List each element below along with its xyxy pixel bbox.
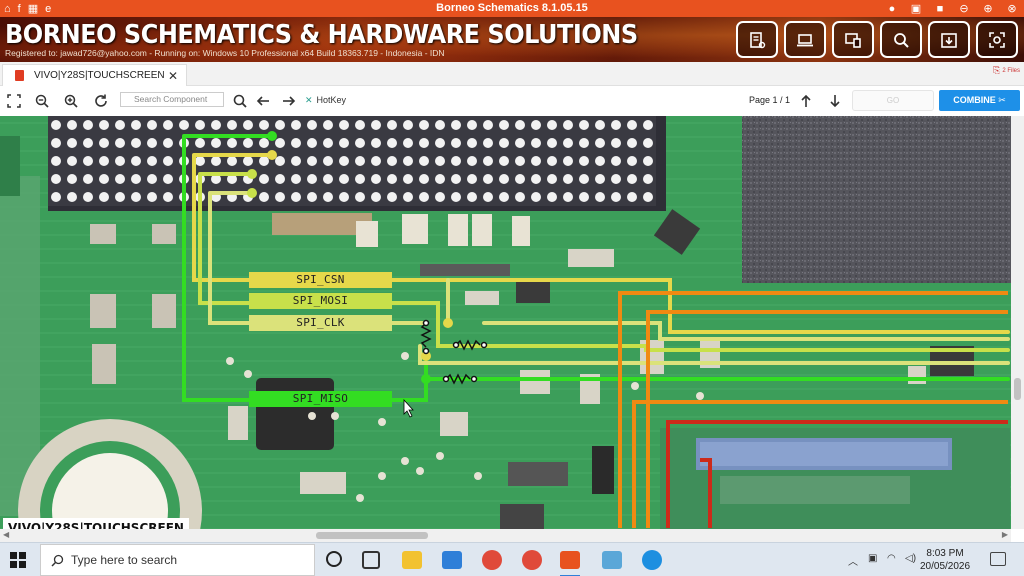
fit-screen-button[interactable] <box>5 92 23 110</box>
close-button[interactable]: ⊗ <box>1006 2 1018 15</box>
search-icon <box>233 94 247 108</box>
viewer-toolbar: Search Component ✕ HotKey Page 1 / 1 GO C… <box>0 86 1024 115</box>
net-label-spi-csn[interactable]: SPI_CSN <box>249 272 392 288</box>
banner-toolbar <box>736 21 1018 58</box>
zoom-button[interactable] <box>880 21 922 58</box>
scroll-right-icon[interactable]: ▶ <box>1002 530 1008 539</box>
search-button[interactable] <box>231 92 249 110</box>
page-up-button[interactable] <box>797 92 815 110</box>
taskbar-search-input[interactable]: Type here to search <box>40 544 315 576</box>
arrow-right-icon <box>283 96 296 106</box>
maximize-button[interactable]: ⊕ <box>982 2 994 15</box>
scroll-left-icon[interactable]: ◀ <box>3 530 9 539</box>
vertical-scroll-thumb[interactable] <box>1014 378 1021 400</box>
combine-label: COMBINE <box>953 95 996 105</box>
document-tabs: VIVO|Y28S|TOUCHSCREEN ✕ ⎘ 2 Files <box>0 62 1024 86</box>
system-clock[interactable]: 8:03 PM 20/05/2026 <box>920 547 970 573</box>
store-icon[interactable] <box>442 551 462 569</box>
arrow-up-icon <box>801 94 811 107</box>
hotkey-label: HotKey <box>316 95 347 105</box>
hotkey-toggle[interactable]: ✕ HotKey <box>305 95 346 106</box>
clock-time: 8:03 PM <box>926 548 964 559</box>
window-controls: ● ▣ ■ ⊖ ⊕ ⊗ <box>886 0 1018 17</box>
horizontal-scroll-thumb[interactable] <box>316 532 428 539</box>
minimize-button[interactable]: ⊖ <box>958 2 970 15</box>
net-label-spi-clk[interactable]: SPI_CLK <box>249 315 392 331</box>
ic-chip-right <box>742 116 1011 283</box>
download-button[interactable] <box>928 21 970 58</box>
go-input[interactable]: GO <box>852 90 934 111</box>
volume-icon[interactable]: ◁) <box>905 553 916 564</box>
combine-button[interactable]: COMBINE ✂ <box>939 90 1020 111</box>
zoom-in-icon <box>64 94 78 108</box>
devices-button[interactable] <box>832 21 874 58</box>
component-search-input[interactable]: Search Component <box>120 92 224 107</box>
title-bar: ⌂ f ▦ e Borneo Schematics 8.1.05.15 ● ▣ … <box>0 0 1024 17</box>
board-edge-dark <box>0 136 20 196</box>
clock-date: 20/05/2026 <box>920 561 971 572</box>
page-down-button[interactable] <box>826 92 844 110</box>
task-view-icon[interactable] <box>362 551 380 569</box>
lock-icon[interactable]: ▣ <box>910 2 922 15</box>
chrome-icon[interactable] <box>482 550 502 570</box>
video-icon[interactable]: ■ <box>934 3 946 15</box>
combine-icon: ✂ <box>998 95 1006 105</box>
video-call-icon[interactable] <box>642 550 662 570</box>
banner: BORNEO SCHEMATICS & HARDWARE SOLUTIONS R… <box>0 17 1024 62</box>
zoom-out-icon <box>35 94 49 108</box>
download-icon <box>941 32 957 48</box>
page-indicator: Page 1 / 1 <box>749 95 791 105</box>
magnifier-icon <box>894 32 909 48</box>
horizontal-scrollbar[interactable]: ◀ ▶ <box>0 529 1011 542</box>
tab-close-icon[interactable]: ✕ <box>168 69 178 83</box>
zoom-in-button[interactable] <box>62 92 80 110</box>
tray-chevron-icon[interactable]: ︿ <box>848 553 858 568</box>
chrome-profile-icon[interactable] <box>522 550 542 570</box>
cortana-icon[interactable] <box>326 551 342 567</box>
connector-blur <box>660 428 1010 529</box>
pdf-icon <box>15 70 24 81</box>
tab-document[interactable]: VIVO|Y28S|TOUCHSCREEN ✕ <box>2 64 187 86</box>
document-icon <box>750 31 766 48</box>
board-canvas <box>0 116 1011 529</box>
taskbar: Type here to search ︿ ▣ ◠ ◁) 8:03 PM 20/… <box>0 542 1024 576</box>
tray-network-status-icon[interactable]: ▣ <box>868 553 877 564</box>
user-icon[interactable]: ● <box>886 3 898 15</box>
wifi-icon[interactable]: ◠ <box>887 553 896 564</box>
laptop-icon <box>797 33 813 46</box>
board-view[interactable]: SPI_CSN SPI_MOSI SPI_CLK SPI_MISO <box>0 116 1011 529</box>
files-badge[interactable]: ⎘ 2 Files <box>993 65 1020 76</box>
notepad-icon[interactable] <box>602 551 622 569</box>
forward-button[interactable] <box>280 92 298 110</box>
registration-info: Registered to: jawad726@yahoo.com - Runn… <box>5 48 445 58</box>
borneo-app-icon[interactable] <box>560 551 580 569</box>
brand-title: BORNEO SCHEMATICS & HARDWARE SOLUTIONS <box>5 19 638 50</box>
notification-center-icon[interactable] <box>990 552 1006 566</box>
files-icon: ⎘ <box>993 65 1001 75</box>
fit-screen-icon <box>7 94 21 108</box>
refresh-icon <box>95 94 107 107</box>
window-title: Borneo Schematics 8.1.05.15 <box>436 2 588 14</box>
laptop-button[interactable] <box>784 21 826 58</box>
files-badge-label: 2 Files <box>1002 67 1020 74</box>
devices-icon <box>845 32 861 48</box>
refresh-button[interactable] <box>92 92 110 110</box>
windows-start-icon[interactable] <box>10 552 26 568</box>
file-explorer-icon[interactable] <box>402 551 422 569</box>
arrow-left-icon <box>256 96 269 106</box>
capture-button[interactable] <box>976 21 1018 58</box>
bga-chip <box>48 116 656 206</box>
taskbar-search-icon <box>51 554 64 567</box>
document-button[interactable] <box>736 21 778 58</box>
back-button[interactable] <box>254 92 272 110</box>
zoom-out-button[interactable] <box>33 92 51 110</box>
net-label-spi-mosi[interactable]: SPI_MOSI <box>249 293 392 309</box>
capture-icon <box>989 31 1005 48</box>
hotkey-close-icon: ✕ <box>305 95 313 105</box>
arrow-down-icon <box>830 95 840 108</box>
net-label-spi-miso[interactable]: SPI_MISO <box>249 391 392 407</box>
vertical-scrollbar[interactable] <box>1011 116 1024 529</box>
tab-label: VIVO|Y28S|TOUCHSCREEN <box>34 70 165 81</box>
taskbar-search-placeholder: Type here to search <box>71 553 178 567</box>
